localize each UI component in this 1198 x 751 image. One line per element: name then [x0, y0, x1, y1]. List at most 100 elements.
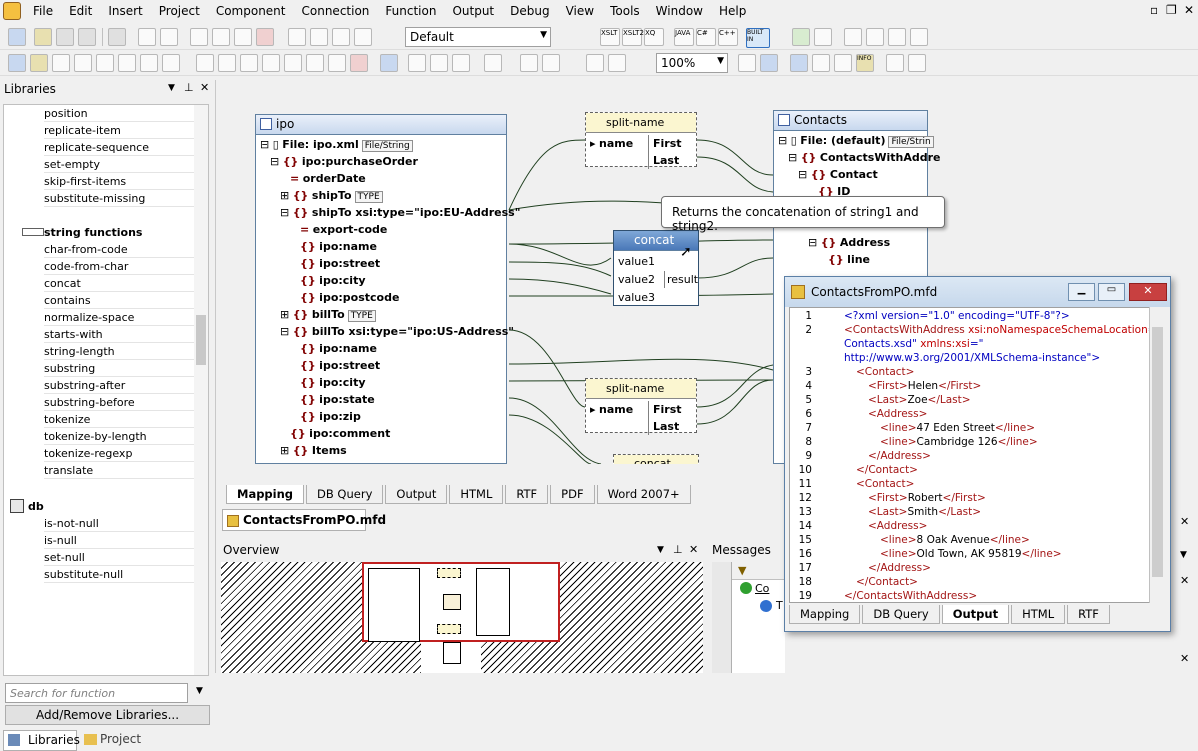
contacts-row-address[interactable]: ⊟ {} Address — [808, 234, 890, 251]
pin-icon[interactable]: ⊥ — [673, 543, 683, 556]
function-search-input[interactable]: Search for function — [5, 683, 188, 703]
lib-translate[interactable]: translate — [44, 462, 194, 479]
stop-icon[interactable] — [814, 28, 832, 46]
show-annotations-icon[interactable] — [790, 54, 808, 72]
docwin-tab-html[interactable]: HTML — [1011, 605, 1066, 624]
tab-mapping[interactable]: Mapping — [226, 485, 305, 504]
menu-file[interactable]: File — [25, 0, 61, 22]
minimize-icon[interactable]: ▁ — [1068, 283, 1095, 301]
doc-tab-contactsfrompo[interactable]: ContactsFromPO.mfd — [222, 509, 386, 531]
menu-edit[interactable]: Edit — [61, 0, 100, 22]
print-icon[interactable] — [108, 28, 126, 46]
close-icon[interactable]: ✕ — [200, 81, 209, 94]
docwin-tab-mapping[interactable]: Mapping — [789, 605, 861, 624]
new-icon[interactable] — [8, 28, 26, 46]
ipo-row-city[interactable]: {} ipo:city — [300, 272, 366, 289]
add-remove-libraries-button[interactable]: Add/Remove Libraries... — [5, 705, 210, 725]
step-into-icon[interactable] — [866, 28, 884, 46]
ipo-row-export-code[interactable]: = export-code — [300, 221, 387, 238]
step-over-icon[interactable] — [888, 28, 906, 46]
show-connections-icon[interactable] — [760, 54, 778, 72]
lib-substitute-null[interactable]: substitute-null — [44, 566, 194, 583]
connection-icon[interactable] — [738, 54, 756, 72]
type-button[interactable]: TYPE — [347, 310, 376, 322]
cpp-button[interactable]: C++ — [718, 28, 738, 46]
csharp-button[interactable]: C# — [696, 28, 716, 46]
close-doc-icon[interactable]: ✕ — [1184, 3, 1194, 17]
settings-icon[interactable] — [484, 54, 502, 72]
tab-html[interactable]: HTML — [449, 485, 504, 504]
insert-constant-icon[interactable] — [196, 54, 214, 72]
preview-icon[interactable] — [586, 54, 604, 72]
generate-icon[interactable] — [520, 54, 538, 72]
insert-excel-icon[interactable] — [96, 54, 114, 72]
menu-view[interactable]: View — [558, 0, 602, 22]
pin-icon[interactable]: ⊥ — [184, 81, 194, 94]
cut-icon[interactable] — [190, 28, 208, 46]
lib-contains[interactable]: contains — [44, 292, 194, 309]
inline-function-icon[interactable] — [430, 54, 448, 72]
concat-result[interactable]: result — [664, 271, 698, 288]
insert-variable-icon[interactable] — [218, 54, 236, 72]
lib-position[interactable]: position — [44, 105, 194, 122]
concat-function[interactable]: concat value1 value2 value3 result — [613, 230, 699, 306]
lib-set-null[interactable]: set-null — [44, 549, 194, 566]
split-out-first[interactable]: First — [648, 135, 696, 152]
info-button[interactable]: INFO — [856, 54, 874, 72]
find-prev-icon[interactable] — [332, 28, 350, 46]
concat-function-2[interactable]: concat — [613, 454, 699, 464]
menu-tools[interactable]: Tools — [602, 0, 648, 22]
zoom-combo[interactable]: 100% ▼ — [656, 53, 728, 73]
concat-value2[interactable]: value2 — [618, 271, 655, 288]
show-types-icon[interactable] — [812, 54, 830, 72]
menu-function[interactable]: Function — [377, 0, 444, 22]
lib-substring[interactable]: substring — [44, 360, 194, 377]
lib-string-length[interactable]: string-length — [44, 343, 194, 360]
redo-icon[interactable] — [160, 28, 178, 46]
validate-icon[interactable] — [542, 54, 560, 72]
ipo-row-name2[interactable]: {} ipo:name — [300, 340, 377, 357]
ipo-row-shipto-eu[interactable]: ⊟ {} shipTo xsi:type="ipo:EU-Address" — [280, 204, 520, 221]
menu-debug[interactable]: Debug — [502, 0, 557, 22]
lib-substitute-missing[interactable]: substitute-missing — [44, 190, 194, 207]
menu-insert[interactable]: Insert — [100, 0, 150, 22]
maximize-icon[interactable]: ▭ — [1098, 283, 1125, 301]
style-combo[interactable]: Default ▼ — [405, 27, 551, 47]
step-out-icon[interactable] — [910, 28, 928, 46]
insert-condition-icon[interactable] — [284, 54, 302, 72]
insert-json-icon[interactable] — [140, 54, 158, 72]
show-library-icon[interactable] — [834, 54, 852, 72]
builtin-button[interactable]: BUILT IN — [746, 28, 770, 48]
insert-exception-icon[interactable] — [328, 54, 346, 72]
paste-icon[interactable] — [234, 28, 252, 46]
dropdown-icon[interactable]: ▼ — [657, 545, 664, 555]
ipo-row-billto[interactable]: ⊞ {} billTo TYPE — [280, 306, 376, 323]
ipo-row-name[interactable]: {} ipo:name — [300, 238, 377, 255]
xquery-button[interactable]: XQ — [644, 28, 664, 46]
menu-output[interactable]: Output — [444, 0, 502, 22]
ipo-row-billto-us[interactable]: ⊟ {} billTo xsi:type="ipo:US-Address" — [280, 323, 514, 340]
ipo-row-city2[interactable]: {} ipo:city — [300, 374, 366, 391]
insert-join-icon[interactable] — [306, 54, 324, 72]
ipo-row-file[interactable]: ⊟ ▯ File: ipo.xml File/String — [260, 136, 413, 153]
file-string-button[interactable]: File/String — [361, 140, 413, 152]
xslt-button[interactable]: XSLT — [600, 28, 620, 46]
open-icon[interactable] — [34, 28, 52, 46]
split-out-last[interactable]: Last — [648, 418, 696, 435]
message-item-1[interactable]: Co — [755, 582, 769, 595]
ipo-row-state[interactable]: {} ipo:state — [300, 391, 375, 408]
ipo-row-comment[interactable]: {} ipo:comment — [290, 425, 390, 442]
split-out-last[interactable]: Last — [648, 152, 696, 169]
contacts-row-file[interactable]: ⊟ ▯ File: (default) File/Strin — [778, 132, 934, 149]
contacts-row-root[interactable]: ⊟ {} ContactsWithAddre — [788, 149, 941, 166]
recursive-function-icon[interactable] — [452, 54, 470, 72]
split-in-name[interactable]: ▸ name — [590, 401, 633, 418]
lib-skip-first-items[interactable]: skip-first-items — [44, 173, 194, 190]
lib-is-null[interactable]: is-null — [44, 532, 194, 549]
menu-window[interactable]: Window — [648, 0, 711, 22]
close-icon[interactable]: ✕ — [1180, 652, 1189, 665]
restore-icon[interactable]: ❐ — [1166, 3, 1177, 17]
output-icon[interactable] — [608, 54, 626, 72]
lib-tokenize-regexp[interactable]: tokenize-regexp — [44, 445, 194, 462]
search-options-icon[interactable]: ▼ — [196, 686, 203, 696]
